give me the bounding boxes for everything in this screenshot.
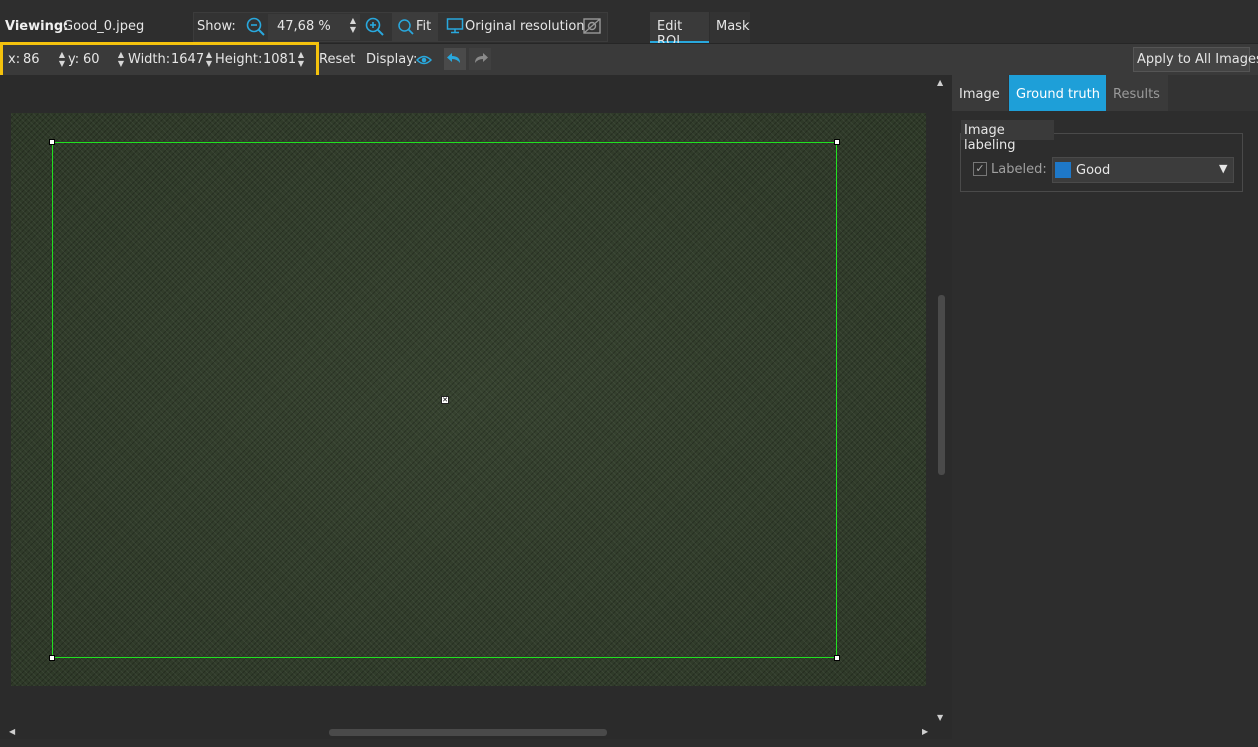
- viewing-label: Viewing:: [5, 19, 69, 34]
- label-color-swatch: [1055, 162, 1071, 178]
- monitor-icon[interactable]: [446, 17, 464, 39]
- viewing-filename: Good_0.jpeg: [63, 19, 145, 34]
- vertical-scroll-thumb[interactable]: [938, 295, 945, 475]
- x-input[interactable]: 86: [23, 52, 40, 67]
- status-strip: [0, 739, 1258, 747]
- fit-icon: [398, 19, 414, 35]
- image-labeling-title-text: Image labeling: [964, 123, 1016, 153]
- roi-handle-top-right[interactable]: [834, 139, 840, 145]
- zoom-spinner[interactable]: ▲ ▼: [348, 16, 358, 34]
- width-spinner[interactable]: ▲ ▼: [204, 50, 214, 68]
- image-labeling-title: Image labeling: [961, 120, 1054, 153]
- tab-results-label: Results: [1113, 87, 1160, 102]
- x-spinner[interactable]: ▲ ▼: [57, 50, 67, 68]
- zoom-out-icon[interactable]: [245, 16, 267, 38]
- zoom-value: 47,68 %: [277, 19, 331, 34]
- zoom-in-icon[interactable]: [364, 16, 386, 38]
- tab-image[interactable]: Image: [952, 75, 1008, 111]
- display-label: Display:: [366, 52, 418, 67]
- roi-handle-top-left[interactable]: [49, 139, 55, 145]
- labeled-label: Labeled:: [991, 162, 1047, 177]
- undo-icon[interactable]: [444, 48, 466, 70]
- scroll-up-arrow-icon[interactable]: ▲: [937, 78, 943, 87]
- top-toolbar: [0, 0, 1258, 43]
- roi-handle-bottom-left[interactable]: [49, 655, 55, 661]
- tab-ground-truth[interactable]: Ground truth: [1009, 75, 1106, 111]
- apply-to-all-images-label: Apply to All Images: [1137, 52, 1258, 67]
- eye-icon[interactable]: [415, 53, 433, 71]
- tab-image-label: Image: [959, 87, 1000, 102]
- y-input[interactable]: 60: [83, 52, 100, 67]
- scroll-right-arrow-icon[interactable]: ▶: [922, 727, 928, 736]
- height-input[interactable]: 1081: [263, 52, 296, 67]
- x-label: x:: [8, 52, 21, 67]
- dropdown-arrow-icon[interactable]: ▼: [1219, 162, 1227, 175]
- scroll-left-arrow-icon[interactable]: ◀: [9, 727, 15, 736]
- tab-mask[interactable]: Mask: [710, 12, 750, 43]
- original-resolution-button[interactable]: Original resolution: [465, 19, 585, 34]
- apply-to-all-images-button[interactable]: Apply to All Images: [1133, 47, 1258, 72]
- reset-button[interactable]: Reset: [319, 52, 355, 67]
- tab-results[interactable]: Results: [1106, 75, 1168, 111]
- scroll-down-arrow-icon[interactable]: ▼: [937, 713, 943, 722]
- tab-edit-roi[interactable]: Edit ROI: [650, 12, 709, 49]
- roi-handle-bottom-right[interactable]: [834, 655, 840, 661]
- roi-move-handle[interactable]: ✕: [441, 396, 449, 404]
- show-label: Show:: [197, 19, 236, 34]
- horizontal-scroll-thumb[interactable]: [329, 729, 607, 736]
- y-label: y:: [68, 52, 80, 67]
- background-toggle-icon[interactable]: [582, 16, 602, 40]
- width-label: Width:: [128, 52, 171, 67]
- labeled-checkbox[interactable]: ✓: [973, 162, 987, 176]
- redo-icon[interactable]: [469, 48, 491, 70]
- fit-label: Fit: [416, 19, 432, 34]
- y-spinner[interactable]: ▲ ▼: [116, 50, 126, 68]
- height-spinner[interactable]: ▲ ▼: [296, 50, 306, 68]
- tab-ground-truth-label: Ground truth: [1016, 87, 1100, 102]
- width-input[interactable]: 1647: [171, 52, 204, 67]
- tab-mask-label: Mask: [716, 19, 750, 34]
- height-label: Height:: [215, 52, 263, 67]
- label-dropdown-value: Good: [1076, 163, 1111, 178]
